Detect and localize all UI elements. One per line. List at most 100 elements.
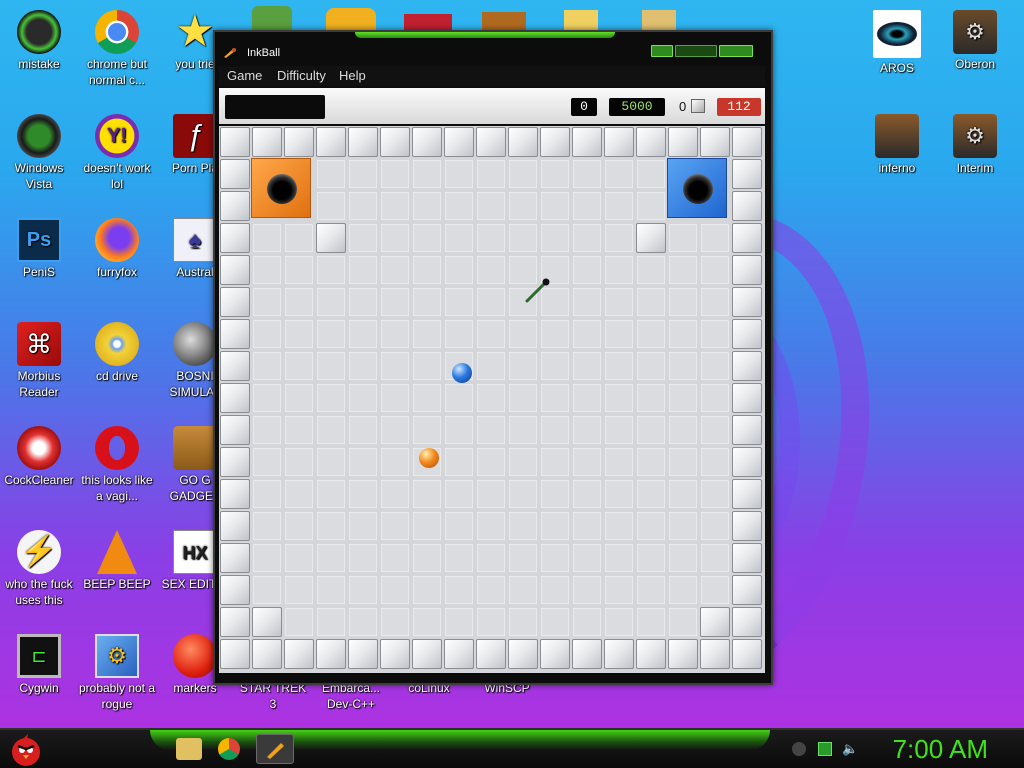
- taskbar-glow: [150, 730, 770, 750]
- wall-block: [732, 351, 762, 381]
- floor-tile: [509, 512, 537, 540]
- floor-tile: [381, 192, 409, 220]
- floor-tile: [509, 608, 537, 636]
- taskbar-chrome-icon[interactable]: [218, 738, 240, 760]
- floor-tile: [477, 448, 505, 476]
- start-button[interactable]: [6, 732, 46, 768]
- orange-goal-hole: [251, 158, 311, 218]
- wall-block: [316, 127, 346, 157]
- floor-tile: [637, 512, 665, 540]
- wall-block: [508, 639, 538, 669]
- floor-tile: [285, 288, 313, 316]
- floor-tile: [253, 384, 281, 412]
- floor-tile: [381, 160, 409, 188]
- wall-block: [732, 447, 762, 477]
- desktop-icon-interim[interactable]: ⚙ Interim: [936, 108, 1014, 176]
- floor-tile: [285, 416, 313, 444]
- game-board[interactable]: [219, 126, 765, 673]
- wall-block: [476, 127, 506, 157]
- floor-tile: [317, 608, 345, 636]
- floor-tile: [669, 416, 697, 444]
- floor-tile: [477, 192, 505, 220]
- desktop-icon-opera[interactable]: this looks like a vagi...: [78, 420, 156, 504]
- desktop-icon-cd-drive[interactable]: cd drive: [78, 316, 156, 384]
- floor-tile: [413, 576, 441, 604]
- floor-tile: [669, 288, 697, 316]
- lightning-icon: ⚡: [17, 530, 61, 574]
- wall-block: [732, 319, 762, 349]
- wall-block: [732, 159, 762, 189]
- desktop-icon-inferno[interactable]: inferno: [858, 108, 936, 176]
- wall-block: [252, 607, 282, 637]
- desktop-icon-who-uses-this[interactable]: ⚡ who the fuck uses this: [0, 524, 78, 608]
- floor-tile: [285, 608, 313, 636]
- floor-tile: [445, 224, 473, 252]
- floor-tile: [637, 256, 665, 284]
- desktop-icon-penis[interactable]: Ps PeniS: [0, 212, 78, 280]
- desktop-icon-oberon[interactable]: ⚙ Oberon: [936, 4, 1014, 72]
- desktop-icon-probably-not-rogue[interactable]: ⚙ probably not a rogue: [78, 628, 156, 712]
- inkball-app-icon: [223, 46, 237, 58]
- floor-tile: [381, 544, 409, 572]
- desktop-icon-morbius-reader[interactable]: ⌘ Morbius Reader: [0, 316, 78, 400]
- tray-network-icon[interactable]: [818, 742, 832, 756]
- desktop-icon-cockcleaner[interactable]: CockCleaner: [0, 420, 78, 488]
- tray-volume-icon[interactable]: 🔈: [842, 742, 858, 756]
- orange-ball: [419, 448, 439, 468]
- floor-tile: [445, 416, 473, 444]
- balls-count: 0: [679, 99, 687, 114]
- floor-tile: [413, 256, 441, 284]
- taskbar-explorer-icon[interactable]: [176, 738, 202, 760]
- floor-tile: [381, 480, 409, 508]
- floor-tile: [285, 256, 313, 284]
- wall-block: [732, 639, 762, 669]
- floor-tile: [701, 480, 729, 508]
- floor-tile: [541, 608, 569, 636]
- floor-tile: [637, 352, 665, 380]
- wall-block: [636, 639, 666, 669]
- floor-tile: [445, 576, 473, 604]
- chrome-icon: [95, 10, 139, 54]
- minimize-button[interactable]: [651, 45, 673, 57]
- floor-tile: [701, 256, 729, 284]
- desktop-icon-beep-beep[interactable]: BEEP BEEP: [78, 524, 156, 592]
- floor-tile: [605, 224, 633, 252]
- floor-tile: [349, 544, 377, 572]
- desktop-icon-aros[interactable]: AROS: [858, 4, 936, 76]
- briefcase-icon: [173, 426, 217, 470]
- wall-block: [284, 639, 314, 669]
- maximize-button[interactable]: [675, 45, 717, 57]
- desktop-icon-cygwin[interactable]: ⊏ Cygwin: [0, 628, 78, 696]
- desktop-icon-yahoo[interactable]: Y! doesn't work lol: [78, 108, 156, 192]
- desktop-icon-chrome[interactable]: chrome but normal c...: [78, 4, 156, 88]
- wall-block: [572, 639, 602, 669]
- floor-tile: [445, 320, 473, 348]
- hidden-icon-game: [326, 8, 376, 32]
- taskbar-clock[interactable]: 7:00 AM: [893, 734, 988, 765]
- floor-tile: [541, 480, 569, 508]
- floor-tile: [669, 512, 697, 540]
- window-titlebar[interactable]: InkBall: [215, 32, 771, 66]
- taskbar-inkball-button[interactable]: [256, 734, 294, 764]
- floor-tile: [669, 608, 697, 636]
- floor-tile: [573, 544, 601, 572]
- menu-difficulty[interactable]: Difficulty: [277, 68, 326, 83]
- floor-tile: [381, 608, 409, 636]
- floor-tile: [509, 544, 537, 572]
- floor-tile: [317, 512, 345, 540]
- desktop-icon-windows-vista[interactable]: Windows Vista: [0, 108, 78, 192]
- inkball-window[interactable]: InkBall Game Difficulty Help 0 5000 0 11…: [213, 30, 773, 685]
- menu-game[interactable]: Game: [227, 68, 262, 83]
- menu-help[interactable]: Help: [339, 68, 366, 83]
- desktop-icon-furryfox[interactable]: furryfox: [78, 212, 156, 280]
- tray-back-icon[interactable]: [792, 742, 806, 756]
- floor-tile: [285, 448, 313, 476]
- wall-block: [540, 127, 570, 157]
- wall-block: [284, 127, 314, 157]
- desktop-icon-mistake[interactable]: mistake: [0, 4, 78, 72]
- floor-tile: [701, 416, 729, 444]
- floor-tile: [349, 288, 377, 316]
- floor-tile: [541, 192, 569, 220]
- close-button[interactable]: [719, 45, 753, 57]
- floor-tile: [669, 544, 697, 572]
